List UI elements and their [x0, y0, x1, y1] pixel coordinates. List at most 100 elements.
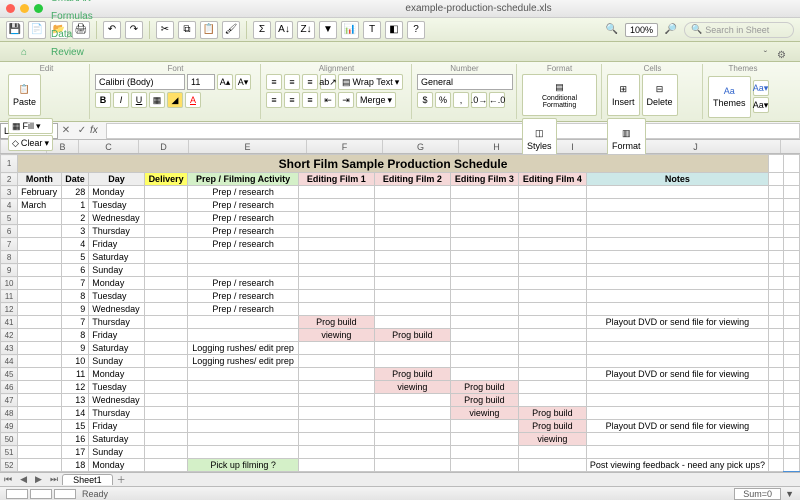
cell[interactable]: 1	[1, 155, 18, 173]
cell[interactable]	[374, 316, 450, 329]
cell[interactable]	[784, 420, 800, 433]
cell[interactable]	[784, 238, 800, 251]
cell[interactable]	[18, 264, 62, 277]
cell[interactable]	[298, 446, 374, 459]
cell[interactable]: Sunday	[89, 355, 144, 368]
filter-icon[interactable]: ▼	[319, 21, 337, 39]
cell[interactable]	[586, 446, 768, 459]
cell[interactable]	[450, 277, 518, 290]
sort-desc-icon[interactable]: Z↓	[297, 21, 315, 39]
cell[interactable]	[518, 238, 586, 251]
redo-icon[interactable]: ↷	[125, 21, 143, 39]
cell[interactable]	[374, 264, 450, 277]
cell[interactable]	[188, 381, 298, 394]
cell[interactable]	[784, 342, 800, 355]
cell[interactable]	[188, 329, 298, 342]
cell[interactable]	[144, 329, 188, 342]
cell[interactable]: Thursday	[89, 225, 144, 238]
cell[interactable]: 49	[1, 420, 18, 433]
cell[interactable]	[144, 225, 188, 238]
cell[interactable]	[768, 225, 783, 238]
decimal-dec-icon[interactable]: ←.0	[489, 92, 505, 108]
column-header-K[interactable]: K	[781, 140, 800, 153]
cell[interactable]: 9	[1, 264, 18, 277]
column-header-E[interactable]: E	[189, 140, 307, 153]
cell[interactable]	[188, 368, 298, 381]
cell[interactable]: 10	[61, 355, 89, 368]
cell[interactable]	[374, 433, 450, 446]
borders-icon[interactable]: ▦	[149, 92, 165, 108]
cell[interactable]: Prog build	[374, 368, 450, 381]
cell[interactable]	[784, 329, 800, 342]
cell[interactable]	[18, 407, 62, 420]
cell[interactable]	[518, 459, 586, 472]
cell[interactable]	[144, 186, 188, 199]
cell[interactable]	[144, 446, 188, 459]
cell[interactable]: 8	[61, 329, 89, 342]
cell[interactable]	[144, 303, 188, 316]
cell[interactable]: 6	[61, 264, 89, 277]
cell[interactable]: 15	[61, 420, 89, 433]
cell[interactable]	[784, 446, 800, 459]
cell[interactable]	[298, 212, 374, 225]
cell[interactable]	[450, 342, 518, 355]
cell[interactable]: 51	[1, 446, 18, 459]
cell[interactable]	[18, 316, 62, 329]
cell[interactable]: 50	[1, 433, 18, 446]
cell[interactable]: Prep / research	[188, 212, 298, 225]
minimize-window-button[interactable]	[20, 4, 29, 13]
theme-colors-icon[interactable]: Aa▾	[753, 80, 769, 96]
cell[interactable]: 11	[61, 368, 89, 381]
cell[interactable]: 9	[61, 342, 89, 355]
cell[interactable]: Thursday	[89, 407, 144, 420]
cell[interactable]	[450, 290, 518, 303]
cell[interactable]	[450, 264, 518, 277]
cell[interactable]: 12	[1, 303, 18, 316]
cell[interactable]	[450, 225, 518, 238]
cell[interactable]	[298, 355, 374, 368]
cell[interactable]	[450, 186, 518, 199]
cell[interactable]: 17	[61, 446, 89, 459]
cell[interactable]: February	[18, 186, 62, 199]
cell[interactable]	[374, 199, 450, 212]
cell[interactable]	[18, 342, 62, 355]
clear-button[interactable]: ◇ Clear ▾	[8, 135, 53, 151]
cell[interactable]	[374, 186, 450, 199]
cell[interactable]: 42	[1, 329, 18, 342]
tab-review[interactable]: Review	[40, 43, 104, 61]
cell[interactable]: Finishing (0.5 dy)	[298, 472, 374, 473]
conditional-formatting-button[interactable]: ▤Conditional Formatting	[522, 74, 597, 116]
cell[interactable]	[188, 394, 298, 407]
cell[interactable]	[298, 407, 374, 420]
cell[interactable]	[298, 368, 374, 381]
cell[interactable]	[518, 381, 586, 394]
cell[interactable]: Monday	[89, 368, 144, 381]
cell[interactable]	[586, 199, 768, 212]
cell[interactable]	[768, 173, 783, 186]
fill-color-icon[interactable]: ◢	[167, 92, 183, 108]
cell[interactable]: 4	[61, 238, 89, 251]
cell[interactable]	[586, 329, 768, 342]
cell[interactable]: Prog build	[518, 407, 586, 420]
cell[interactable]	[18, 290, 62, 303]
tab-indicator-icon[interactable]: ⌂	[10, 43, 38, 61]
cell[interactable]: Wednesday	[89, 394, 144, 407]
cell[interactable]: Prep / research	[188, 199, 298, 212]
cell[interactable]	[374, 303, 450, 316]
cell[interactable]	[18, 251, 62, 264]
cell[interactable]	[298, 420, 374, 433]
cell[interactable]	[450, 251, 518, 264]
cell[interactable]: Prep / research	[188, 238, 298, 251]
zoom-in-icon[interactable]: 🔎	[662, 21, 680, 39]
cell[interactable]	[18, 459, 62, 472]
cell[interactable]	[768, 342, 783, 355]
cell[interactable]	[586, 225, 768, 238]
sort-asc-icon[interactable]: A↓	[275, 21, 293, 39]
cell[interactable]	[518, 303, 586, 316]
cell[interactable]	[784, 368, 800, 381]
cell[interactable]	[298, 251, 374, 264]
cell[interactable]: 12	[61, 381, 89, 394]
normal-view-icon[interactable]	[6, 489, 28, 499]
spreadsheet-grid[interactable]: 1Short Film Sample Production Schedule2M…	[0, 154, 800, 472]
cell[interactable]: Tuesday	[89, 290, 144, 303]
